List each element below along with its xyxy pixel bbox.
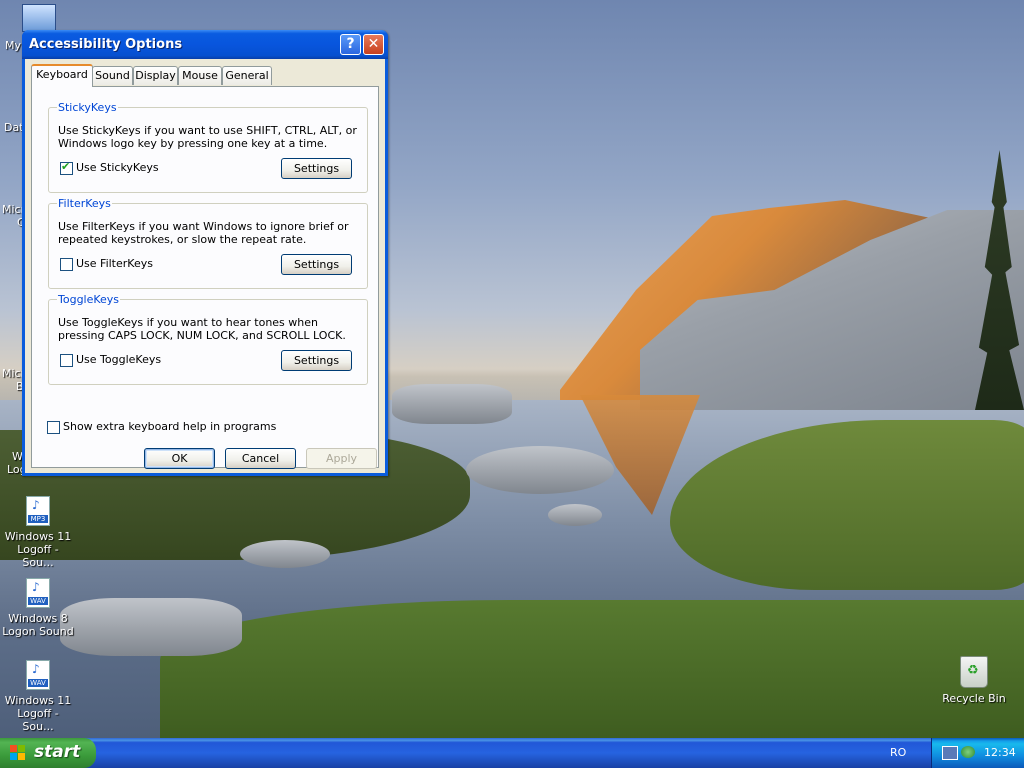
desktop-icon-sound-file[interactable]: ♪ MP3 Windows 11 Logoff - Sou... bbox=[0, 496, 76, 569]
group-title: FilterKeys bbox=[57, 197, 112, 210]
help-button[interactable]: ? bbox=[340, 34, 361, 55]
language-indicator[interactable]: RO bbox=[890, 746, 906, 759]
tab-keyboard[interactable]: Keyboard bbox=[31, 64, 93, 87]
boulder bbox=[466, 446, 614, 494]
show-extra-keyboard-help-checkbox[interactable] bbox=[47, 421, 60, 434]
boulder bbox=[240, 540, 330, 568]
use-stickykeys-label[interactable]: Use StickyKeys bbox=[76, 161, 159, 174]
togglekeys-group: ToggleKeys Use ToggleKeys if you want to… bbox=[48, 293, 368, 385]
tab-sound[interactable]: Sound bbox=[92, 66, 133, 85]
accessibility-options-dialog: Accessibility Options ? ✕ Keyboard Sound… bbox=[22, 30, 388, 476]
togglekeys-settings-button[interactable]: Settings bbox=[281, 350, 352, 371]
tab-mouse[interactable]: Mouse bbox=[178, 66, 222, 85]
cancel-button[interactable]: Cancel bbox=[225, 448, 296, 469]
show-extra-keyboard-help-label[interactable]: Show extra keyboard help in programs bbox=[63, 420, 276, 433]
tab-general[interactable]: General bbox=[222, 66, 272, 85]
group-title: StickyKeys bbox=[57, 101, 118, 114]
group-description: Use StickyKeys if you want to use SHIFT,… bbox=[58, 124, 357, 150]
group-description: Use ToggleKeys if you want to hear tones… bbox=[58, 316, 346, 342]
use-togglekeys-label[interactable]: Use ToggleKeys bbox=[76, 353, 161, 366]
taskbar: start RO 12:34 bbox=[0, 738, 1024, 768]
start-button[interactable]: start bbox=[0, 738, 96, 768]
group-description: Use FilterKeys if you want Windows to ig… bbox=[58, 220, 349, 246]
ok-button[interactable]: OK bbox=[144, 448, 215, 469]
apply-button[interactable]: Apply bbox=[306, 448, 377, 469]
desktop-icon-label: Windows 11 Logoff - Sou... bbox=[4, 530, 72, 569]
bottom-meadow bbox=[160, 600, 1024, 738]
dialog-body: Keyboard Sound Display Mouse General Sti… bbox=[25, 59, 385, 473]
stickykeys-group: StickyKeys Use StickyKeys if you want to… bbox=[48, 101, 368, 193]
mp3-file-icon: ♪ MP3 bbox=[26, 496, 50, 526]
desktop-icon-label: My bbox=[5, 39, 22, 52]
filterkeys-settings-button[interactable]: Settings bbox=[281, 254, 352, 275]
boulder bbox=[392, 384, 512, 424]
use-stickykeys-checkbox[interactable] bbox=[60, 160, 73, 175]
safely-remove-hardware-icon[interactable] bbox=[961, 746, 975, 758]
start-label: start bbox=[34, 742, 81, 762]
my-computer-icon[interactable] bbox=[22, 4, 56, 32]
recycle-bin[interactable]: ♻ Recycle Bin bbox=[936, 656, 1012, 705]
stickykeys-settings-button[interactable]: Settings bbox=[281, 158, 352, 179]
tab-display[interactable]: Display bbox=[133, 66, 178, 85]
use-filterkeys-checkbox[interactable] bbox=[60, 258, 73, 271]
desktop-icon-label: Windows 11 Logoff - Sou... bbox=[4, 694, 72, 733]
desktop-icon-sound-file[interactable]: ♪ WAV Windows 11 Logoff - Sou... bbox=[0, 660, 76, 733]
windows-logo-icon bbox=[10, 745, 26, 761]
filterkeys-group: FilterKeys Use FilterKeys if you want Wi… bbox=[48, 197, 368, 289]
network-icon[interactable] bbox=[942, 746, 958, 760]
keyboard-tab-panel: StickyKeys Use StickyKeys if you want to… bbox=[31, 86, 379, 468]
boulder bbox=[548, 504, 602, 526]
dialog-title: Accessibility Options bbox=[29, 37, 183, 52]
use-togglekeys-checkbox[interactable] bbox=[60, 354, 73, 367]
desktop-icon-label: Windows 8 Logon Sound bbox=[2, 612, 74, 638]
desktop-icon-label: Recycle Bin bbox=[942, 692, 1006, 705]
recycle-bin-icon: ♻ bbox=[960, 656, 988, 688]
system-tray: 12:34 bbox=[931, 738, 1024, 768]
wav-file-icon: ♪ WAV bbox=[26, 578, 50, 608]
clock[interactable]: 12:34 bbox=[984, 746, 1016, 759]
close-button[interactable]: ✕ bbox=[363, 34, 384, 55]
group-title: ToggleKeys bbox=[57, 293, 121, 306]
desktop-icon-label: Dat bbox=[4, 121, 24, 134]
boulder bbox=[60, 598, 242, 656]
use-filterkeys-label[interactable]: Use FilterKeys bbox=[76, 257, 153, 270]
desktop-icon-sound-file[interactable]: ♪ WAV Windows 8 Logon Sound bbox=[0, 578, 76, 638]
title-bar[interactable]: Accessibility Options ? ✕ bbox=[22, 30, 388, 59]
wav-file-icon: ♪ WAV bbox=[26, 660, 50, 690]
